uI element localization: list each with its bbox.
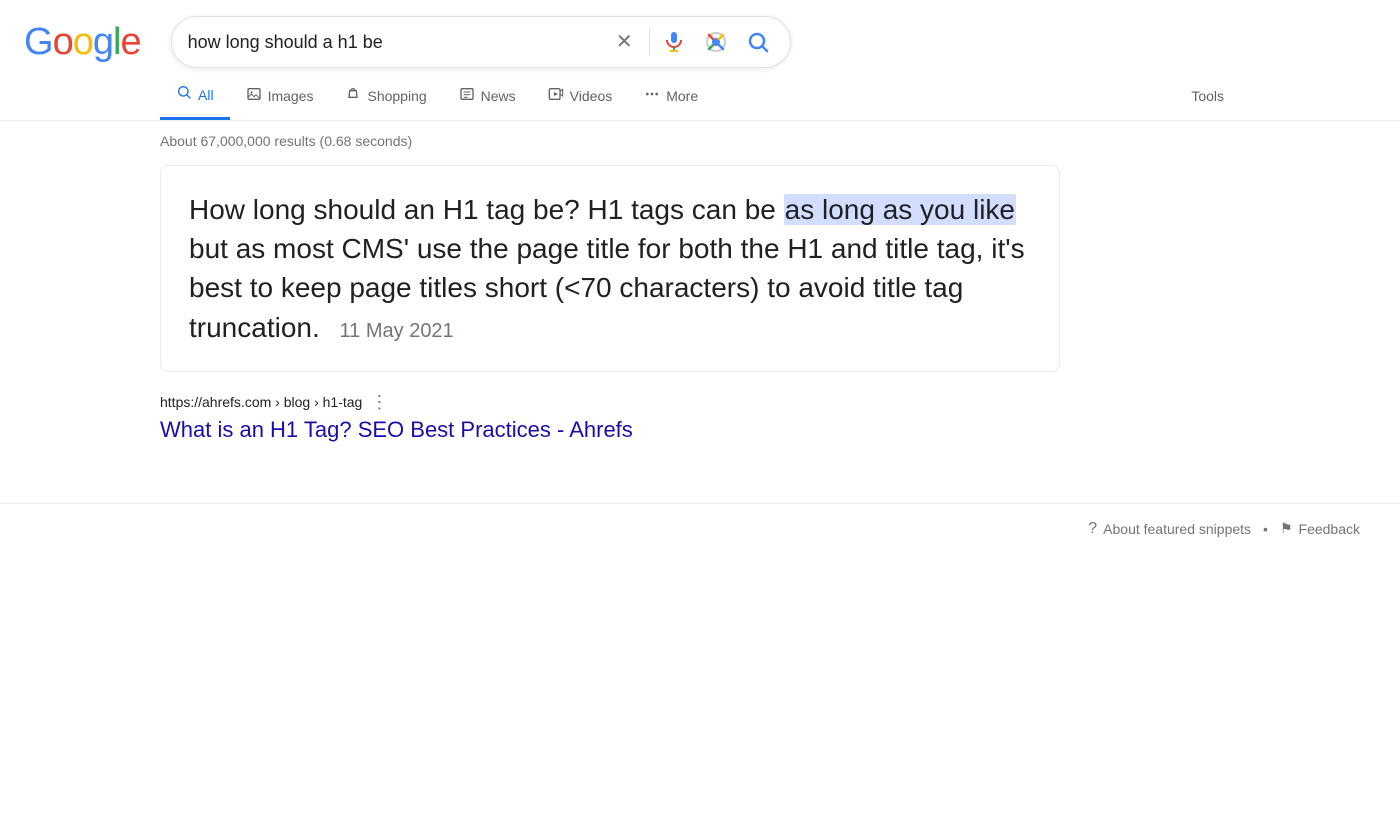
about-snippets-item[interactable]: ? About featured snippets <box>1088 520 1251 538</box>
images-tab-icon <box>246 86 262 107</box>
result-title-link[interactable]: What is an H1 Tag? SEO Best Practices - … <box>160 417 633 442</box>
main-content: About 67,000,000 results (0.68 seconds) … <box>0 121 1400 443</box>
snippet-text-before: How long should an H1 tag be? H1 tags ca… <box>189 194 784 225</box>
featured-snippet: How long should an H1 tag be? H1 tags ca… <box>160 165 1060 372</box>
microphone-icon[interactable] <box>658 26 690 58</box>
feedback-label: Feedback <box>1299 521 1360 537</box>
logo-g: G <box>24 21 53 63</box>
tab-tools[interactable]: Tools <box>1175 76 1240 116</box>
tab-news[interactable]: News <box>443 74 532 119</box>
snippet-text: How long should an H1 tag be? H1 tags ca… <box>189 190 1031 347</box>
results-count: About 67,000,000 results (0.68 seconds) <box>160 121 1240 165</box>
tab-shopping[interactable]: Shopping <box>329 74 442 119</box>
about-snippets-label: About featured snippets <box>1103 521 1251 537</box>
logo-gl: g <box>93 21 113 63</box>
logo-o2: o <box>73 21 93 63</box>
question-mark-icon: ? <box>1088 520 1097 538</box>
tab-more[interactable]: More <box>628 74 714 119</box>
tab-images[interactable]: Images <box>230 74 330 119</box>
tab-images-label: Images <box>268 88 314 104</box>
google-lens-icon[interactable] <box>700 26 732 58</box>
search-submit-button[interactable] <box>742 26 774 58</box>
snippet-date: 11 May 2021 <box>340 320 454 342</box>
tab-more-label: More <box>666 88 698 104</box>
search-bar: how long should a h1 be ✕ <box>171 16 791 68</box>
shopping-tab-icon <box>345 86 361 107</box>
snippet-text-after: but as most CMS' use the page title for … <box>189 233 1025 342</box>
bottom-bar: ? About featured snippets • ⚑ Feedback <box>0 503 1400 554</box>
tab-all[interactable]: All <box>160 72 230 120</box>
videos-tab-icon <box>548 86 564 107</box>
tab-shopping-label: Shopping <box>367 88 426 104</box>
tab-videos[interactable]: Videos <box>532 74 629 119</box>
feedback-item[interactable]: ⚑ Feedback <box>1280 520 1360 537</box>
news-tab-icon <box>459 86 475 107</box>
result-title: What is an H1 Tag? SEO Best Practices - … <box>160 417 1240 443</box>
result-options-dots[interactable]: ⋮ <box>370 392 388 413</box>
feedback-icon: ⚑ <box>1280 520 1293 537</box>
logo-o1: o <box>53 21 73 63</box>
result-url: https://ahrefs.com › blog › h1-tag <box>160 394 362 410</box>
search-icon-group <box>658 26 774 58</box>
tab-tools-label: Tools <box>1191 88 1224 104</box>
tab-videos-label: Videos <box>570 88 613 104</box>
tab-all-label: All <box>198 87 214 103</box>
nav-tabs: All Images Shopping <box>0 72 1400 121</box>
result-url-row: https://ahrefs.com › blog › h1-tag ⋮ <box>160 392 1240 413</box>
logo-e2: e <box>120 21 140 63</box>
tab-news-label: News <box>481 88 516 104</box>
search-input[interactable]: how long should a h1 be <box>188 32 608 53</box>
clear-button[interactable]: ✕ <box>608 28 641 56</box>
separator-dot: • <box>1263 521 1268 537</box>
google-logo[interactable]: Google <box>24 21 141 64</box>
snippet-highlight: as long as you like <box>784 194 1016 225</box>
more-tab-icon <box>644 86 660 107</box>
header: Google how long should a h1 be ✕ <box>0 0 1400 68</box>
search-divider <box>649 28 650 56</box>
all-tab-icon <box>176 84 192 105</box>
